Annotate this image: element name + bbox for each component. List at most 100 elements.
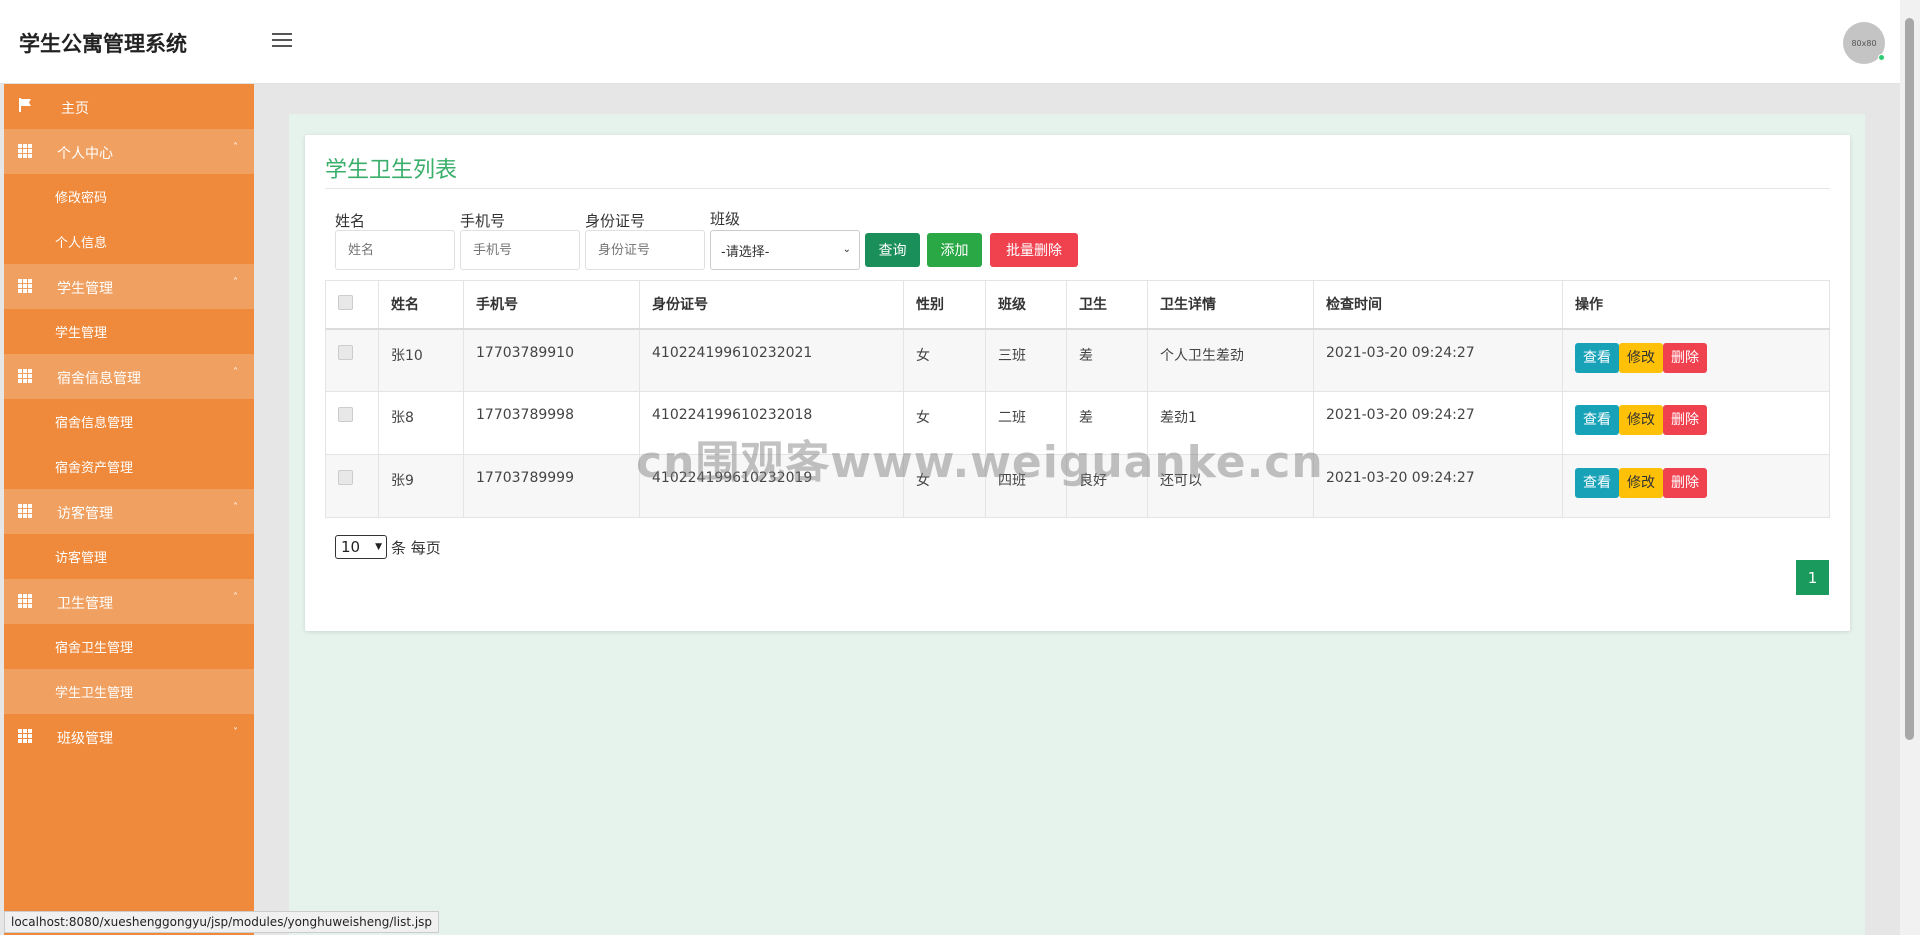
top-bar: 学生公寓管理系统 80x80	[0, 0, 1900, 84]
column-header: 性别	[903, 280, 986, 330]
sidebar-item-label: 访客管理	[55, 551, 108, 566]
phone-input[interactable]	[460, 230, 580, 270]
chevron-up-icon: ˄	[233, 277, 238, 288]
online-status-dot	[1878, 54, 1885, 61]
batch-delete-button[interactable]: 批量删除	[990, 233, 1078, 267]
sidebar: 主页 个人中心 ˄ 修改密码 个人信息 学生管理 ˄ 学生管理 宿舍信息管理 ˄…	[4, 84, 254, 935]
view-button[interactable]: 查看	[1575, 468, 1619, 498]
class-select[interactable]: -请选择- ⌄	[710, 230, 860, 270]
sidebar-item-label: 学生卫生管理	[55, 686, 134, 701]
page-size-value: 10	[341, 538, 361, 556]
sidebar-group-label: 访客管理	[57, 506, 113, 522]
sidebar-item-home[interactable]: 主页	[4, 84, 254, 129]
sidebar-group-visitor[interactable]: 访客管理 ˄	[4, 489, 254, 534]
chevron-up-icon: ˄	[233, 142, 238, 153]
column-header: 检查时间	[1313, 280, 1563, 330]
actions-cell: 查看 修改 删除	[1562, 328, 1830, 392]
name-label: 姓名	[335, 212, 366, 230]
table-header-row: 姓名 手机号 身份证号 性别 班级 卫生 卫生详情 检查时间 操作	[325, 280, 1830, 330]
row-select-cell	[325, 391, 379, 455]
page-size-select[interactable]: 10 ▼	[335, 535, 387, 559]
sidebar-item-label: 学生管理	[55, 326, 108, 341]
sidebar-item-label: 个人信息	[55, 236, 108, 251]
app-title: 学生公寓管理系统	[19, 32, 187, 56]
select-all-checkbox[interactable]	[338, 294, 353, 310]
search-button[interactable]: 查询	[865, 233, 920, 267]
row-checkbox[interactable]	[338, 470, 353, 485]
table-cell: 17703789998	[463, 391, 640, 455]
sidebar-group-hygiene[interactable]: 卫生管理 ˄	[4, 579, 254, 624]
sidebar-item-student-manage[interactable]: 学生管理	[4, 309, 254, 354]
column-header: 身份证号	[639, 280, 904, 330]
sidebar-group-label: 卫生管理	[57, 596, 113, 612]
column-header: 手机号	[463, 280, 640, 330]
id-number-label: 身份证号	[585, 212, 646, 230]
column-header: 卫生	[1066, 280, 1148, 330]
sidebar-group-dorm-info[interactable]: 宿舍信息管理 ˄	[4, 354, 254, 399]
row-select-cell	[325, 328, 379, 392]
table-cell: 三班	[985, 328, 1067, 392]
column-header: 班级	[985, 280, 1067, 330]
watermark: cn围观客www.weiguanke.cn	[636, 437, 1324, 488]
sidebar-item-label: 宿舍卫生管理	[55, 641, 134, 656]
actions-cell: 查看 修改 删除	[1562, 391, 1830, 455]
sidebar-group-label: 个人中心	[57, 146, 113, 162]
sidebar-item-label: 主页	[61, 101, 89, 117]
menu-toggle-icon[interactable]	[272, 33, 292, 47]
add-button[interactable]: 添加	[927, 233, 982, 267]
column-header: 操作	[1562, 280, 1830, 330]
row-checkbox[interactable]	[338, 344, 353, 360]
sidebar-item-dorm-hygiene[interactable]: 宿舍卫生管理	[4, 624, 254, 669]
id-number-input[interactable]	[585, 230, 705, 270]
view-button[interactable]: 查看	[1575, 405, 1619, 435]
name-input[interactable]	[335, 230, 455, 270]
table-cell: 2021-03-20 09:24:27	[1313, 454, 1563, 518]
scrollbar-thumb[interactable]	[1905, 18, 1914, 740]
chevron-up-icon: ˄	[233, 502, 238, 513]
sidebar-item-change-password[interactable]: 修改密码	[4, 174, 254, 219]
edit-button[interactable]: 修改	[1619, 405, 1663, 435]
page-title: 学生卫生列表	[325, 158, 458, 183]
sidebar-item-personal-info[interactable]: 个人信息	[4, 219, 254, 264]
phone-label: 手机号	[460, 212, 506, 230]
table-cell: 17703789910	[463, 328, 640, 392]
sidebar-item-student-hygiene[interactable]: 学生卫生管理	[4, 669, 254, 714]
title-divider	[325, 188, 1830, 189]
delete-button[interactable]: 删除	[1663, 468, 1707, 498]
edit-button[interactable]: 修改	[1619, 342, 1663, 373]
sidebar-item-label: 宿舍资产管理	[55, 461, 134, 476]
table-cell: 女	[903, 328, 986, 392]
per-page-label: 条 每页	[391, 539, 441, 557]
table-cell: 张8	[378, 391, 464, 455]
pagination-page-button[interactable]: 1	[1796, 560, 1829, 595]
sidebar-group-personal[interactable]: 个人中心 ˄	[4, 129, 254, 174]
chevron-up-icon: ˄	[233, 367, 238, 378]
table-cell: 410224199610232021	[639, 328, 904, 392]
class-select-value: -请选择-	[721, 244, 770, 260]
sidebar-item-visitor-manage[interactable]: 访客管理	[4, 534, 254, 579]
list-card: 学生卫生列表 姓名 手机号 身份证号 班级 -请选择- ⌄ 查询 添加 批量删除…	[305, 135, 1850, 631]
table-cell: 张10	[378, 328, 464, 392]
delete-button[interactable]: 删除	[1663, 342, 1707, 373]
sidebar-group-class[interactable]: 班级管理 ˅	[4, 714, 254, 759]
column-header: 姓名	[378, 280, 464, 330]
sidebar-item-dorm-info[interactable]: 宿舍信息管理	[4, 399, 254, 444]
actions-cell: 查看 修改 删除	[1562, 454, 1830, 518]
sidebar-item-dorm-assets[interactable]: 宿舍资产管理	[4, 444, 254, 489]
flag-icon	[18, 98, 32, 114]
grid-icon	[18, 144, 32, 158]
grid-icon	[18, 369, 32, 383]
delete-button[interactable]: 删除	[1663, 405, 1707, 435]
sidebar-group-label: 班级管理	[57, 731, 113, 747]
table-cell: 差	[1066, 328, 1148, 392]
sidebar-item-label: 宿舍信息管理	[55, 416, 134, 431]
grid-icon	[18, 729, 32, 743]
class-label: 班级	[710, 210, 741, 228]
row-checkbox[interactable]	[338, 407, 353, 422]
view-button[interactable]: 查看	[1575, 342, 1619, 373]
table-cell: 张9	[378, 454, 464, 518]
sidebar-group-label: 学生管理	[57, 281, 113, 297]
sidebar-group-student[interactable]: 学生管理 ˄	[4, 264, 254, 309]
table-cell: 个人卫生差劲	[1147, 328, 1314, 392]
edit-button[interactable]: 修改	[1619, 468, 1663, 498]
